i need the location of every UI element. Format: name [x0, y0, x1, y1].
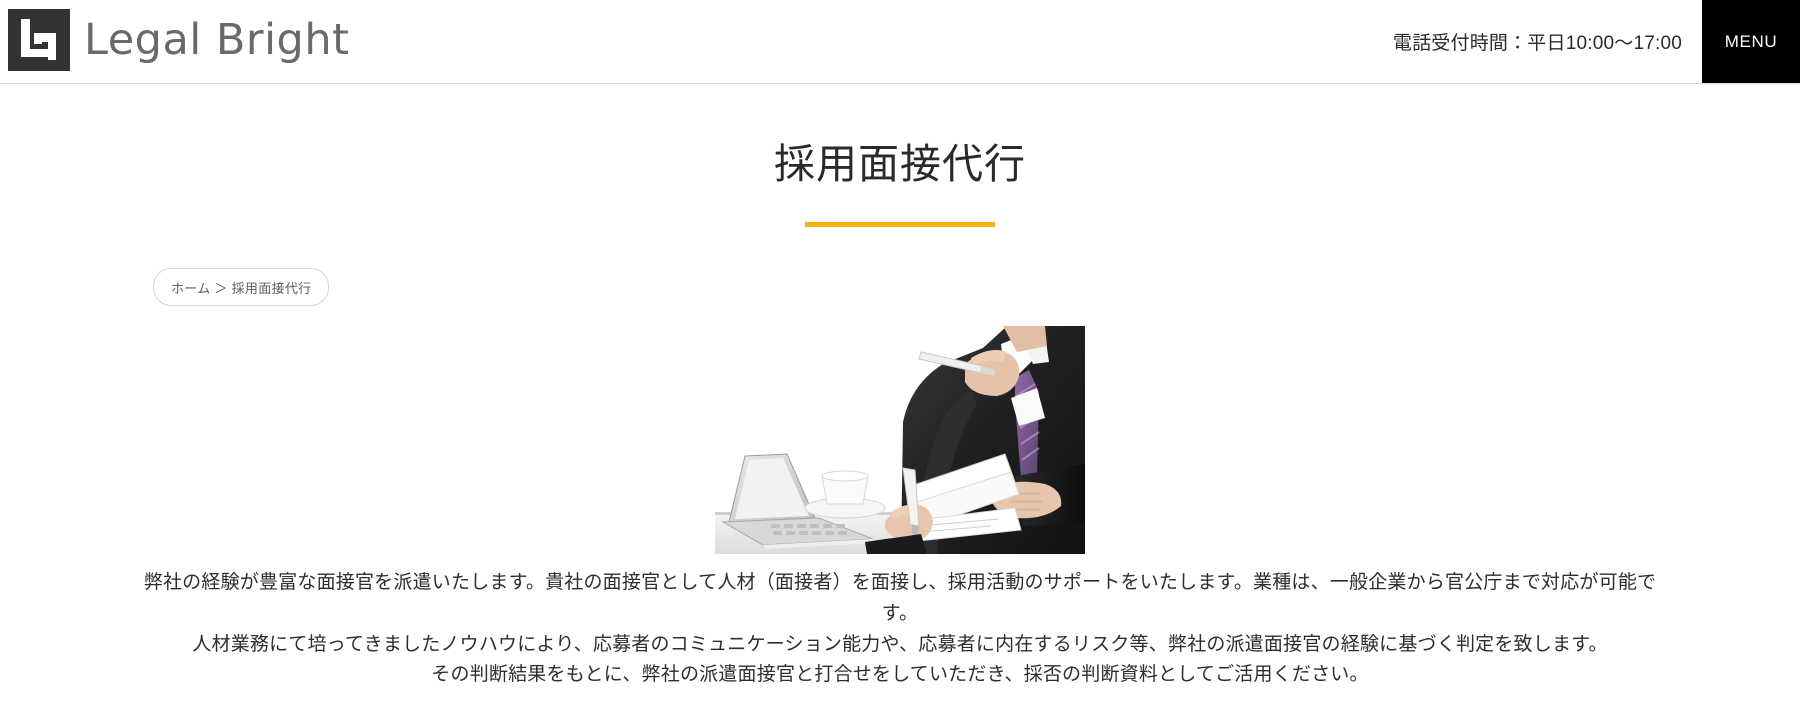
breadcrumb[interactable]: ホーム ＞ 採用面接代行	[153, 268, 330, 307]
interview-photo	[715, 326, 1085, 555]
body-paragraph: 弊社の経験が豊富な面接官を派遣いたします。貴社の面接官として人材（面接者）を面接…	[143, 572, 1657, 624]
brand-logo-link[interactable]: Legal Bright	[8, 6, 349, 74]
page-body-copy: 弊社の経験が豊富な面接官を派遣いたします。貴社の面接官として人材（面接者）を面接…	[135, 568, 1665, 691]
body-paragraph: 人材業務にて培ってきましたノウハウにより、応募者のコミュニケーション能力や、応募…	[192, 633, 1608, 655]
hero-section	[0, 326, 1800, 555]
menu-button-label: MENU	[1724, 31, 1778, 51]
menu-button[interactable]: MENU	[1702, 0, 1800, 83]
title-underline-rule	[805, 222, 995, 228]
legal-bright-logo-mark-icon	[8, 9, 70, 71]
body-paragraph: その判断結果をもとに、弊社の派遣面接官と打合せをしていただき、採否の判断資料とし…	[431, 664, 1369, 686]
breadcrumb-row: ホーム ＞ 採用面接代行	[0, 268, 1800, 307]
site-header: Legal Bright 電話受付時間：平日10:00〜17:00 MENU	[0, 0, 1800, 84]
page-title: 採用面接代行	[774, 141, 1026, 187]
page-title-section: 採用面接代行	[0, 84, 1800, 228]
phone-hours: 電話受付時間：平日10:00〜17:00	[1392, 33, 1682, 54]
brand-name: Legal Bright	[84, 14, 350, 65]
